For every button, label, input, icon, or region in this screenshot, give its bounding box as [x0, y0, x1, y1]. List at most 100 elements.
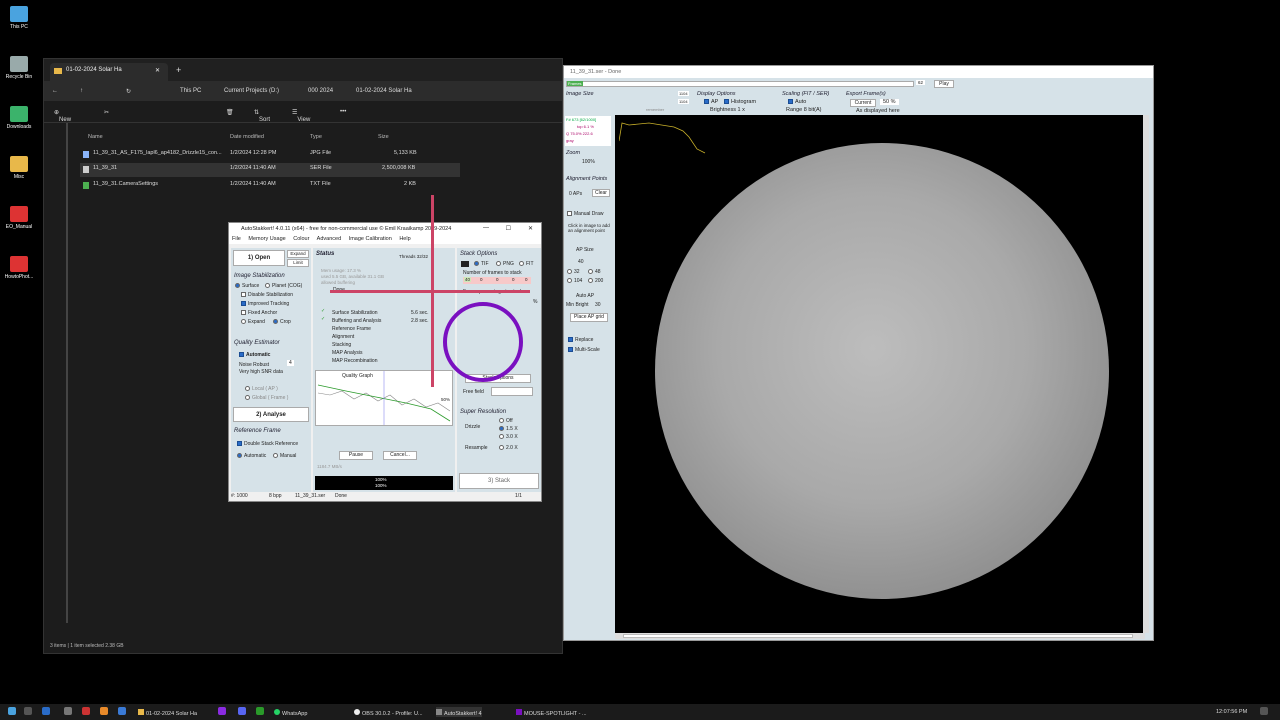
- tif-radio[interactable]: TIF: [474, 261, 489, 267]
- taskbar-item[interactable]: 01-02-2024 Solar Ha: [138, 707, 197, 717]
- menu-file[interactable]: File: [232, 236, 241, 242]
- horizontal-scrollbar[interactable]: [615, 633, 1145, 639]
- open-button[interactable]: 1) Open: [233, 250, 285, 266]
- drizzle-15-radio[interactable]: 1.5 X: [499, 426, 518, 432]
- image-width-input[interactable]: 1104: [678, 91, 689, 96]
- improved-tracking-checkbox[interactable]: Improved Tracking: [241, 301, 289, 307]
- taskbar-item[interactable]: AutoStakkert! 4: [436, 707, 482, 717]
- explorer-tab[interactable]: 01-02-2024 Solar Ha ✕: [50, 63, 168, 81]
- automatic-checkbox[interactable]: Automatic: [239, 352, 270, 358]
- ap-size-radio[interactable]: 104: [567, 278, 582, 284]
- double-stack-checkbox[interactable]: Double Stack Reference: [237, 441, 298, 447]
- resample-20-radio[interactable]: 2.0 X: [499, 445, 518, 451]
- close-icon[interactable]: ✕: [155, 67, 160, 74]
- play-button[interactable]: Play: [934, 80, 954, 88]
- drizzle-30-radio[interactable]: 3.0 X: [499, 434, 518, 440]
- local-radio[interactable]: Local ( AP ): [245, 386, 278, 392]
- recycle-bin-icon[interactable]: Recycle Bin: [2, 56, 36, 80]
- current-button[interactable]: Current: [850, 99, 876, 107]
- breadcrumb-item[interactable]: This PC: [180, 88, 201, 94]
- disable-stabilization-checkbox[interactable]: Disable Stabilization: [241, 292, 293, 298]
- delete-icon[interactable]: 🗑: [226, 109, 234, 116]
- sort-button[interactable]: ⇅ Sort: [254, 109, 270, 123]
- up-icon[interactable]: ↑: [80, 88, 83, 94]
- taskbar-item[interactable]: WhatsApp: [274, 707, 307, 717]
- start-icon[interactable]: [8, 707, 16, 715]
- expand-radio[interactable]: Expand: [241, 319, 265, 325]
- frames-input[interactable]: 0: [512, 277, 515, 282]
- menu-image-calibration[interactable]: Image Calibration: [349, 236, 392, 242]
- drizzle-off-radio[interactable]: Off: [499, 418, 513, 424]
- noise-robust-input[interactable]: 4: [287, 360, 294, 366]
- search-icon[interactable]: [24, 707, 32, 715]
- frames-input[interactable]: 40: [464, 277, 472, 282]
- back-icon[interactable]: ←: [52, 88, 58, 94]
- app-icon[interactable]: [256, 707, 264, 715]
- min-bright-input[interactable]: 30: [595, 302, 601, 308]
- pdf-file-icon[interactable]: EO_Manual: [2, 206, 36, 230]
- remember-checkbox[interactable]: remember: [646, 107, 664, 112]
- breadcrumb-item[interactable]: 01-02-2024 Solar Ha: [356, 88, 412, 94]
- image-height-input[interactable]: 1104: [678, 99, 689, 104]
- frame-number-input[interactable]: 62: [916, 80, 926, 85]
- more-icon[interactable]: •••: [340, 109, 346, 115]
- app-icon[interactable]: [118, 707, 126, 715]
- menu-help[interactable]: Help: [399, 236, 410, 242]
- app-icon[interactable]: [100, 707, 108, 715]
- clock[interactable]: 12:07:56 PM: [1216, 707, 1247, 717]
- notification-icon[interactable]: [1260, 707, 1268, 715]
- multi-scale-checkbox[interactable]: Multi-Scale: [568, 347, 600, 353]
- ap-size-radio[interactable]: 32: [567, 269, 580, 275]
- cut-icon[interactable]: ✂: [104, 109, 109, 116]
- clear-button[interactable]: Clear: [592, 189, 610, 197]
- export-percent-input[interactable]: 50 %: [880, 99, 899, 105]
- new-button[interactable]: ⊕ New: [54, 109, 71, 123]
- new-tab-button[interactable]: +: [176, 65, 181, 75]
- surface-radio[interactable]: Surface: [235, 283, 259, 289]
- menu-memory-usage[interactable]: Memory Usage: [248, 236, 285, 242]
- crop-radio[interactable]: Crop: [273, 319, 291, 325]
- taskbar-item[interactable]: OBS 30.0.2 - Profile: U...: [354, 707, 423, 717]
- menu-advanced[interactable]: Advanced: [317, 236, 341, 242]
- manual-draw-checkbox[interactable]: Manual Draw: [567, 211, 603, 217]
- downloads-folder-icon[interactable]: Downloads: [2, 106, 36, 130]
- vertical-scrollbar[interactable]: [1143, 115, 1149, 633]
- breadcrumb-item[interactable]: 000 2024: [308, 88, 333, 94]
- view-button[interactable]: ☰ View: [292, 109, 310, 123]
- column-header[interactable]: Type: [310, 134, 322, 140]
- ap-size-radio[interactable]: 200: [588, 278, 603, 284]
- navigation-pane[interactable]: [44, 123, 68, 643]
- this-pc-icon[interactable]: This PC: [2, 6, 36, 30]
- pdf-file-icon[interactable]: HowtoPhot...: [2, 256, 36, 280]
- misc-folder-icon[interactable]: Misc: [2, 156, 36, 180]
- frames-input[interactable]: 0: [496, 277, 499, 282]
- menu-colour[interactable]: Colour: [293, 236, 309, 242]
- analyse-button[interactable]: 2) Analyse: [233, 407, 309, 422]
- auto-checkbox[interactable]: Auto: [788, 99, 806, 105]
- ap-checkbox[interactable]: AP: [704, 99, 718, 105]
- file-row[interactable]: 11_39_31_AS_F175_lapl6_ap4182_Drizzle15_…: [80, 148, 460, 162]
- fit-radio[interactable]: FIT: [519, 261, 534, 267]
- pause-button[interactable]: Pause: [339, 451, 373, 460]
- stack-button[interactable]: 3) Stack: [459, 473, 539, 489]
- planet-radio[interactable]: Planet (COG): [265, 283, 302, 289]
- ap-size-option[interactable]: 40: [578, 259, 584, 265]
- file-row[interactable]: 11_39_31.CameraSettings 1/2/2024 11:40 A…: [80, 179, 460, 193]
- scrollbar[interactable]: [66, 123, 68, 623]
- free-field-input[interactable]: [491, 387, 533, 396]
- maximize-icon[interactable]: ☐: [506, 225, 511, 232]
- file-row[interactable]: 11_39_31 1/2/2024 11:40 AM SER File 2,50…: [80, 163, 460, 177]
- address-bar[interactable]: ← ↑ ↻ This PC Current Projects (D:) 000 …: [44, 81, 562, 101]
- task-view-icon[interactable]: [42, 707, 50, 715]
- replace-checkbox[interactable]: Replace: [568, 337, 593, 343]
- app-icon[interactable]: [64, 707, 72, 715]
- png-radio[interactable]: PNG: [496, 261, 514, 267]
- histogram-checkbox[interactable]: Histogram: [724, 99, 756, 105]
- refresh-icon[interactable]: ↻: [126, 88, 131, 95]
- solar-image-canvas[interactable]: [615, 115, 1145, 633]
- taskbar-item[interactable]: MOUSE-SPOTLIGHT - ...: [516, 707, 587, 717]
- breadcrumb-item[interactable]: Current Projects (D:): [224, 88, 279, 94]
- fixed-anchor-checkbox[interactable]: Fixed Anchor: [241, 310, 277, 316]
- cancel-button[interactable]: Cancel...: [383, 451, 417, 460]
- app-icon[interactable]: [238, 707, 246, 715]
